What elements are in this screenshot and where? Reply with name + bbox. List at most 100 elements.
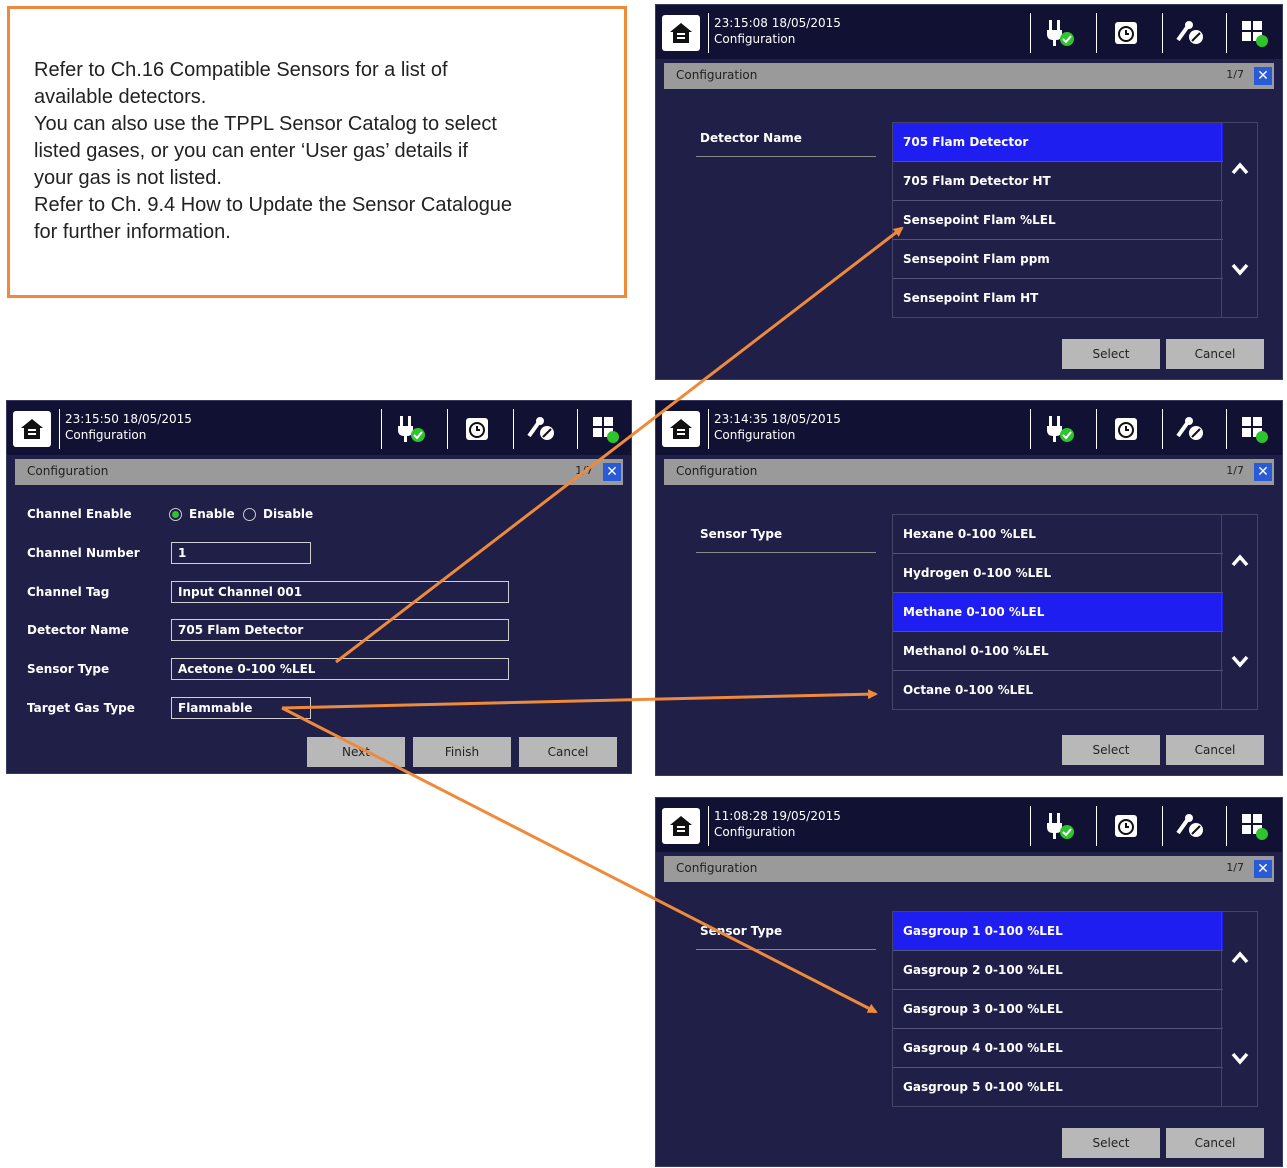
scrollbar[interactable] <box>1221 515 1257 709</box>
divider <box>1096 13 1097 53</box>
home-button[interactable] <box>662 411 700 447</box>
divider <box>1226 13 1227 53</box>
divider <box>1226 409 1227 449</box>
list-item[interactable]: Octane 0-100 %LEL <box>893 671 1223 710</box>
chevron-up-icon[interactable] <box>1230 159 1250 179</box>
cancel-button[interactable]: Cancel <box>1166 339 1264 369</box>
list-item[interactable]: Methanol 0-100 %LEL <box>893 632 1223 671</box>
list-item[interactable]: Methane 0-100 %LEL <box>893 593 1223 632</box>
alarm-clock-icon[interactable] <box>1104 411 1148 447</box>
note-line: Refer to Ch. 9.4 How to Update the Senso… <box>34 194 513 216</box>
list-item[interactable]: Sensepoint Flam %LEL <box>893 201 1223 240</box>
page-indicator: 1/7 <box>1226 68 1244 81</box>
close-button[interactable]: ✕ <box>1254 860 1272 878</box>
chevron-up-icon[interactable] <box>1230 551 1250 571</box>
top-bar: 23:15:08 18/05/2015 Configuration <box>656 5 1282 59</box>
list-item[interactable]: Hydrogen 0-100 %LEL <box>893 554 1223 593</box>
cancel-button[interactable]: Cancel <box>1166 735 1264 765</box>
select-button[interactable]: Select <box>1062 339 1160 369</box>
grid-menu-icon[interactable] <box>1232 808 1276 844</box>
home-button[interactable] <box>662 15 700 51</box>
list-item[interactable]: Gasgroup 3 0-100 %LEL <box>893 990 1223 1029</box>
close-button[interactable]: ✕ <box>1254 463 1272 481</box>
screen-subtitle: Configuration <box>714 428 796 442</box>
channel-tag-field[interactable]: Input Channel 001 <box>171 581 509 603</box>
list-item[interactable]: Sensepoint Flam HT <box>893 279 1223 318</box>
top-bar: 11:08:28 19/05/2015 Configuration <box>656 798 1282 852</box>
divider <box>1030 409 1031 449</box>
finish-button[interactable]: Finish <box>413 737 511 767</box>
grid-menu-icon[interactable] <box>1232 15 1276 51</box>
home-button[interactable] <box>13 411 51 447</box>
enable-label: Enable <box>189 507 235 521</box>
list-item[interactable]: Sensepoint Flam ppm <box>893 240 1223 279</box>
list-item[interactable]: Gasgroup 5 0-100 %LEL <box>893 1068 1223 1107</box>
list-item[interactable]: Gasgroup 1 0-100 %LEL <box>893 912 1223 951</box>
power-status-icon[interactable] <box>1038 411 1082 447</box>
divider <box>708 806 709 846</box>
dialog-title: Configuration <box>676 68 758 82</box>
divider <box>1030 13 1031 53</box>
maintenance-icon[interactable] <box>1168 411 1212 447</box>
disable-radio[interactable] <box>243 508 256 521</box>
home-button[interactable] <box>662 808 700 844</box>
chevron-up-icon[interactable] <box>1230 948 1250 968</box>
maintenance-icon[interactable] <box>1168 15 1212 51</box>
note-line: your gas is not listed. <box>34 167 222 189</box>
enable-radio[interactable] <box>169 508 182 521</box>
alarm-clock-icon[interactable] <box>455 411 499 447</box>
list-item[interactable]: Gasgroup 2 0-100 %LEL <box>893 951 1223 990</box>
dialog-title: Configuration <box>27 464 109 478</box>
cancel-button[interactable]: Cancel <box>1166 1128 1264 1158</box>
list-item[interactable]: Gasgroup 4 0-100 %LEL <box>893 1029 1223 1068</box>
divider <box>1162 806 1163 846</box>
divider <box>381 409 382 449</box>
note-line: available detectors. <box>34 86 207 108</box>
datetime: 23:15:50 18/05/2015 Configuration <box>65 412 192 442</box>
alarm-clock-icon[interactable] <box>1104 15 1148 51</box>
divider <box>577 409 578 449</box>
list-item[interactable]: Hexane 0-100 %LEL <box>893 515 1223 554</box>
select-button[interactable]: Select <box>1062 1128 1160 1158</box>
target-gas-field[interactable]: Flammable <box>171 697 311 719</box>
close-button[interactable]: ✕ <box>1254 67 1272 85</box>
detector-name-field[interactable]: 705 Flam Detector <box>171 619 509 641</box>
grid-menu-icon[interactable] <box>1232 411 1276 447</box>
power-status-icon[interactable] <box>1038 15 1082 51</box>
note-line: for further information. <box>34 221 231 243</box>
chevron-down-icon[interactable] <box>1230 1048 1250 1068</box>
detector-list: 705 Flam Detector 705 Flam Detector HT S… <box>892 122 1258 318</box>
divider <box>696 552 876 553</box>
next-button[interactable]: Next <box>307 737 405 767</box>
chevron-down-icon[interactable] <box>1230 651 1250 671</box>
power-status-icon[interactable] <box>389 411 433 447</box>
select-button[interactable]: Select <box>1062 735 1160 765</box>
power-status-icon[interactable] <box>1038 808 1082 844</box>
divider <box>1096 806 1097 846</box>
grid-menu-icon[interactable] <box>583 411 627 447</box>
dialog-title-bar: Configuration 1/7 ✕ <box>664 63 1274 89</box>
gasgroup-list: Gasgroup 1 0-100 %LEL Gasgroup 2 0-100 %… <box>892 911 1258 1107</box>
list-item[interactable]: 705 Flam Detector <box>893 123 1223 162</box>
channel-number-label: Channel Number <box>27 546 140 560</box>
chevron-down-icon[interactable] <box>1230 259 1250 279</box>
cancel-button[interactable]: Cancel <box>519 737 617 767</box>
datetime: 11:08:28 19/05/2015 Configuration <box>714 809 841 839</box>
sensor-type-field[interactable]: Acetone 0-100 %LEL <box>171 658 509 680</box>
close-button[interactable]: ✕ <box>603 463 621 481</box>
top-bar: 23:15:50 18/05/2015 Configuration <box>7 401 631 455</box>
alarm-clock-icon[interactable] <box>1104 808 1148 844</box>
field-label: Detector Name <box>700 131 802 145</box>
scrollbar[interactable] <box>1221 912 1257 1106</box>
instruction-note: Refer to Ch.16 Compatible Sensors for a … <box>7 6 627 298</box>
dialog-title: Configuration <box>676 464 758 478</box>
maintenance-icon[interactable] <box>519 411 563 447</box>
channel-enable-label: Channel Enable <box>27 507 132 521</box>
note-line: listed gases, or you can enter ‘User gas… <box>34 140 468 162</box>
maintenance-icon[interactable] <box>1168 808 1212 844</box>
list-item[interactable]: 705 Flam Detector HT <box>893 162 1223 201</box>
page-indicator: 1/7 <box>1226 464 1244 477</box>
divider <box>1226 806 1227 846</box>
channel-number-field[interactable]: 1 <box>171 542 311 564</box>
scrollbar[interactable] <box>1221 123 1257 317</box>
